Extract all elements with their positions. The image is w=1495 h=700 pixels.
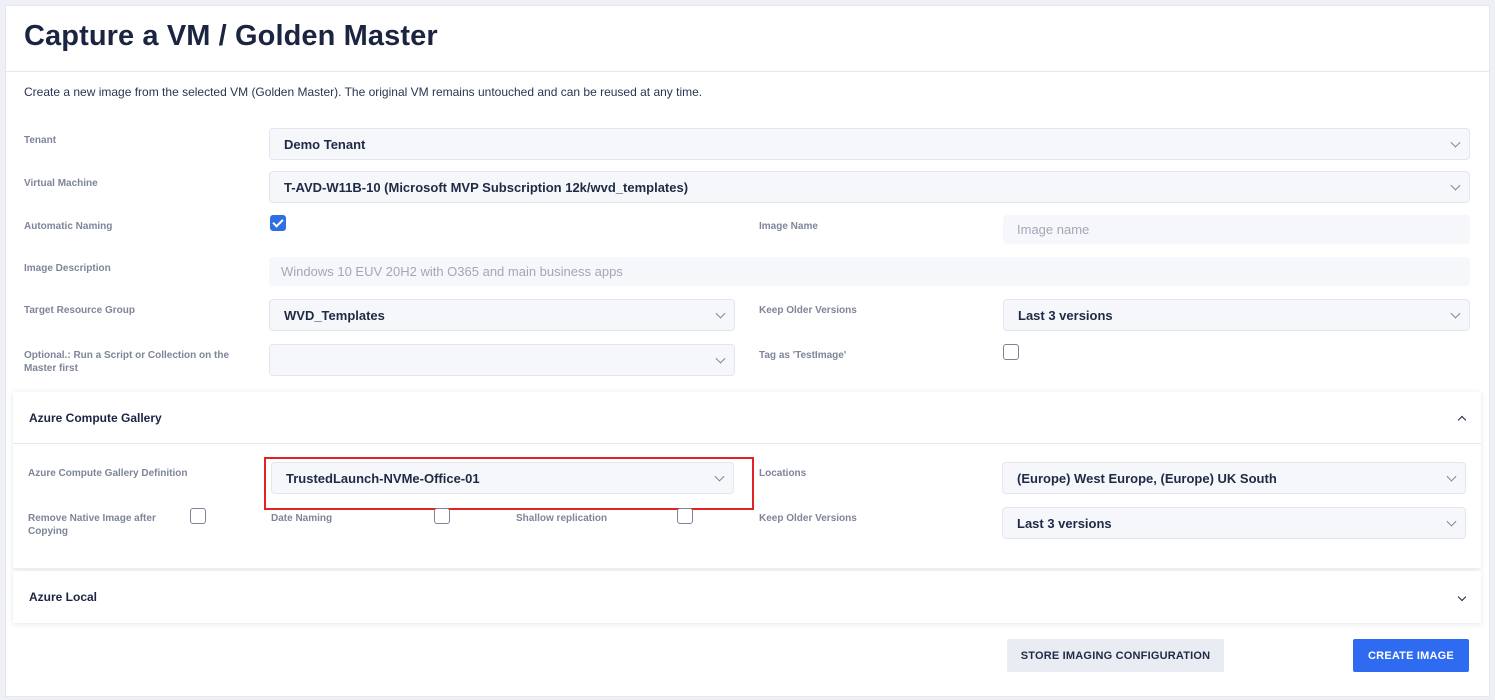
virtual-machine-select[interactable]: T-AVD-W11B-10 (Microsoft MVP Subscriptio…	[269, 171, 1470, 203]
automatic-naming-label: Automatic Naming	[24, 221, 113, 232]
page-title: Capture a VM / Golden Master	[24, 20, 438, 52]
run-script-label: Optional.: Run a Script or Collection on…	[24, 350, 229, 374]
azure-local-header[interactable]: Azure Local	[13, 571, 1481, 623]
image-description-label: Image Description	[24, 263, 111, 274]
tenant-label: Tenant	[24, 135, 57, 146]
tag-test-image-label: Tag as 'TestImage'	[759, 350, 847, 361]
remove-native-checkbox[interactable]	[190, 508, 206, 524]
image-name-label: Image Name	[759, 221, 818, 232]
target-resource-group-label: Target Resource Group	[24, 305, 135, 316]
target-resource-group-select[interactable]: WVD_Templates	[269, 299, 735, 331]
chevron-down-icon	[1446, 516, 1457, 527]
azure-local-title: Azure Local	[29, 590, 98, 604]
virtual-machine-value: T-AVD-W11B-10 (Microsoft MVP Subscriptio…	[284, 179, 689, 195]
keep-older-versions-value: Last 3 versions	[1018, 307, 1113, 323]
date-naming-label: Date Naming	[271, 513, 333, 524]
gallery-keep-older-versions-value: Last 3 versions	[1017, 515, 1112, 531]
gallery-keep-older-versions-select[interactable]: Last 3 versions	[1002, 507, 1466, 539]
chevron-down-icon	[1446, 471, 1457, 482]
create-image-button[interactable]: CREATE IMAGE	[1353, 639, 1469, 672]
keep-older-versions-label: Keep Older Versions	[759, 305, 857, 316]
page-header: Capture a VM / Golden Master	[6, 6, 1489, 72]
chevron-down-icon	[1450, 308, 1461, 319]
tenant-select[interactable]: Demo Tenant	[269, 128, 1470, 160]
tag-test-image-checkbox[interactable]	[1003, 344, 1019, 360]
chevron-down-icon	[715, 308, 726, 319]
target-resource-group-value: WVD_Templates	[284, 307, 385, 323]
azure-compute-gallery-header[interactable]: Azure Compute Gallery	[13, 392, 1481, 444]
image-name-input[interactable]: Image name	[1003, 215, 1470, 244]
locations-value: (Europe) West Europe, (Europe) UK South	[1017, 470, 1277, 486]
chevron-down-icon[interactable]	[1457, 592, 1467, 602]
chevron-up-icon[interactable]	[1457, 415, 1467, 425]
shallow-replication-checkbox[interactable]	[677, 508, 693, 524]
image-name-placeholder: Image name	[1017, 222, 1090, 237]
remove-native-label: Remove Native Image after Copying	[28, 513, 156, 537]
capture-vm-card: Capture a VM / Golden Master Create a ne…	[5, 5, 1490, 697]
gallery-definition-label: Azure Compute Gallery Definition	[28, 468, 188, 479]
image-description-placeholder: Windows 10 EUV 20H2 with O365 and main b…	[281, 264, 623, 279]
keep-older-versions-select[interactable]: Last 3 versions	[1003, 299, 1470, 331]
locations-label: Locations	[759, 468, 807, 479]
chevron-down-icon	[1450, 137, 1461, 148]
azure-local-panel: Azure Local	[13, 571, 1481, 623]
virtual-machine-label: Virtual Machine	[24, 178, 98, 189]
chevron-down-icon	[715, 353, 726, 364]
page-description: Create a new image from the selected VM …	[24, 85, 703, 99]
date-naming-checkbox[interactable]	[434, 508, 450, 524]
shallow-replication-label: Shallow replication	[516, 513, 608, 524]
locations-select[interactable]: (Europe) West Europe, (Europe) UK South	[1002, 462, 1466, 494]
image-description-input[interactable]: Windows 10 EUV 20H2 with O365 and main b…	[269, 257, 1470, 286]
tenant-value: Demo Tenant	[284, 136, 366, 152]
chevron-down-icon	[1450, 180, 1461, 191]
gallery-keep-older-versions-label: Keep Older Versions	[759, 513, 857, 524]
azure-compute-gallery-title: Azure Compute Gallery	[29, 411, 162, 425]
run-script-select[interactable]	[269, 344, 735, 376]
gallery-definition-highlight	[264, 457, 754, 510]
automatic-naming-checkbox[interactable]	[270, 215, 286, 231]
store-imaging-configuration-button[interactable]: STORE IMAGING CONFIGURATION	[1007, 639, 1224, 672]
